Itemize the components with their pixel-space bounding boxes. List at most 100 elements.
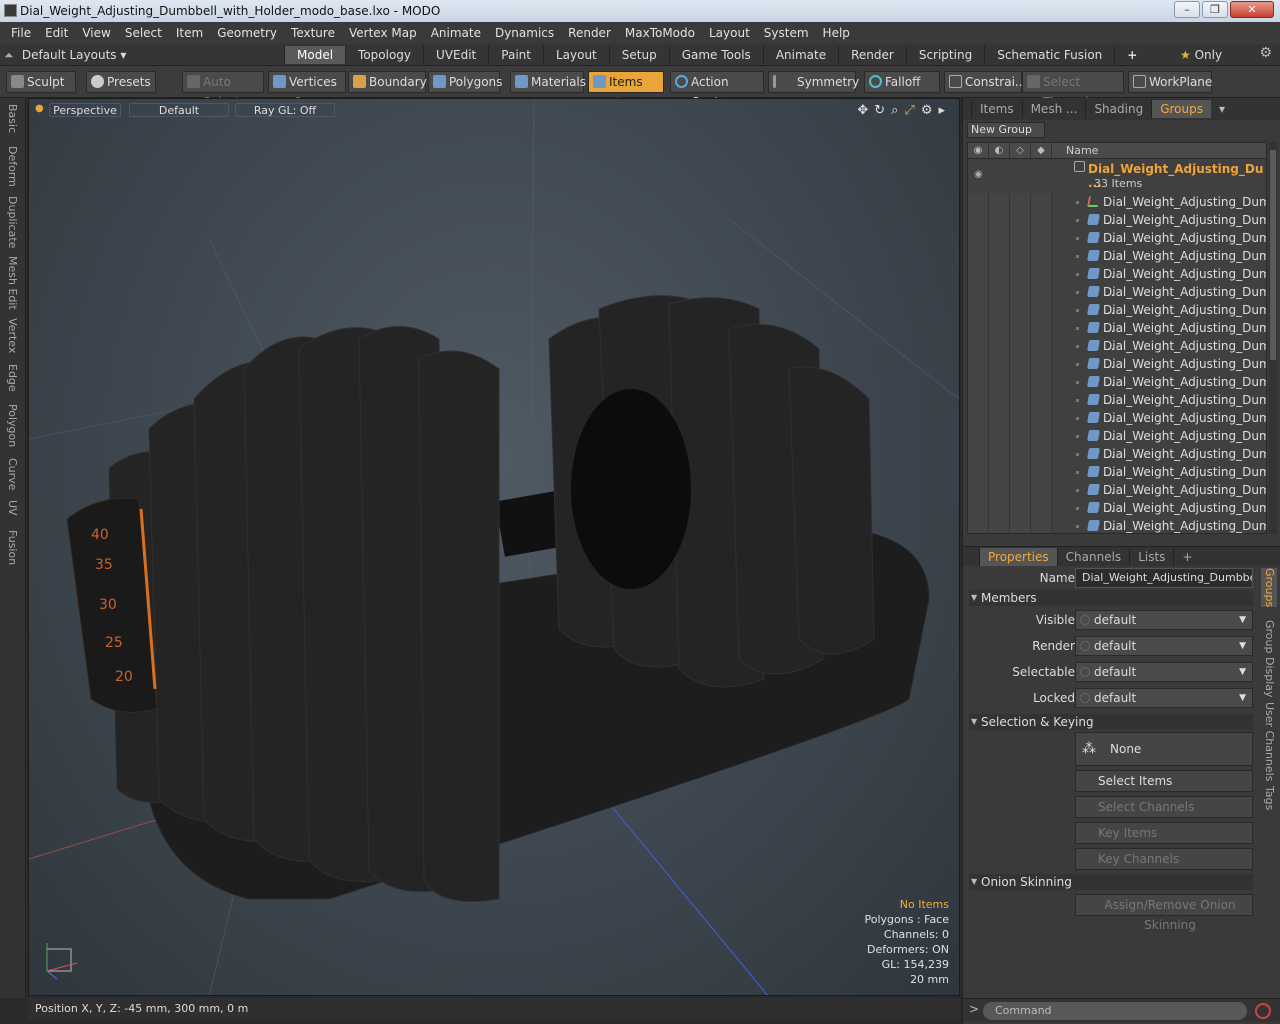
side-tab-group-display[interactable]: Group Display <box>1261 620 1277 698</box>
side-tab-groups[interactable]: Groups <box>1261 568 1277 608</box>
side-tab-user-channels[interactable]: User Channels <box>1261 702 1277 781</box>
add-tab-button[interactable]: + <box>1114 46 1149 64</box>
list-item[interactable]: Dial_Weight_Adjusting_Dumb ... <box>968 517 1266 533</box>
left-tab-edge[interactable]: Edge <box>4 364 20 392</box>
menu-render[interactable]: Render <box>561 26 618 40</box>
select-items-button[interactable]: Select Items <box>1075 770 1253 792</box>
menu-animate[interactable]: Animate <box>424 26 488 40</box>
list-item[interactable]: Dial_Weight_Adjusting_Dumb ... <box>968 283 1266 317</box>
menu-vertex-map[interactable]: Vertex Map <box>342 26 424 40</box>
symmetry-button[interactable]: Symmetry <box>768 71 859 93</box>
key-items-button[interactable]: Key Items <box>1075 822 1253 844</box>
left-tab-basic[interactable]: Basic <box>4 104 20 133</box>
tab-items[interactable]: Items <box>971 100 1022 118</box>
list-item[interactable]: Dial_Weight_Adjusting_Dumb ... <box>968 427 1266 461</box>
tab-layout[interactable]: Layout <box>542 46 609 64</box>
maximize-viewport-icon[interactable]: ⤢ <box>904 103 914 118</box>
command-input[interactable]: Command <box>983 1002 1247 1020</box>
list-item[interactable]: Dial_Weight_Adjusting_Dumb ... <box>968 481 1266 515</box>
select-through-button[interactable]: Select Through <box>1022 71 1124 109</box>
auto-select-button[interactable]: Auto Select <box>182 71 264 109</box>
viewport-settings-icon[interactable]: ⚙ <box>921 103 933 118</box>
selection-keying-section[interactable]: ▼ Selection & Keying <box>969 714 1253 730</box>
boundary-button[interactable]: Boundary <box>348 71 427 93</box>
shading-mode-button[interactable]: Default <box>129 103 229 117</box>
tree-scrollbar[interactable] <box>1269 142 1277 534</box>
tab-uvedit[interactable]: UVEdit <box>423 46 488 64</box>
onion-skinning-section[interactable]: ▼ Onion Skinning <box>969 874 1253 890</box>
left-tab-polygon[interactable]: Polygon <box>4 404 20 447</box>
select-channels-button[interactable]: Select Channels <box>1075 796 1253 818</box>
tab-channels[interactable]: Channels <box>1056 547 1130 566</box>
key-channels-button[interactable]: Key Channels <box>1075 848 1253 870</box>
menu-maxtomodo[interactable]: MaxToModo <box>618 26 702 40</box>
list-item[interactable]: Dial_Weight_Adjusting_Dumb ... <box>968 391 1266 425</box>
list-item[interactable]: Dial_Weight_Adjusting_Dumb ... <box>968 337 1266 371</box>
presets-button[interactable]: Presets <box>86 71 156 93</box>
tab-setup[interactable]: Setup <box>608 46 669 64</box>
list-item[interactable]: Dial_Weight_Adjusting_Dumb ... <box>968 265 1266 299</box>
locked-dropdown[interactable]: default ▼ <box>1075 688 1253 708</box>
list-item[interactable]: Dial_Weight_Adjusting_Dumb ... <box>968 247 1266 281</box>
tab-groups[interactable]: Groups <box>1151 100 1211 118</box>
list-item[interactable]: Dial_Weight_Adjusting_Dumb ... <box>968 409 1266 443</box>
raygl-button[interactable]: Ray GL: Off <box>235 103 335 117</box>
list-item[interactable]: Dial_Weight_Adjusting_Dumb ... <box>968 355 1266 389</box>
rotate-icon[interactable]: ↻ <box>874 103 885 118</box>
items-button[interactable]: Items 5 <box>588 71 664 109</box>
menu-layout[interactable]: Layout <box>702 26 757 40</box>
left-tab-mesh-edit[interactable]: Mesh Edit <box>4 256 20 310</box>
visibility-column-icon[interactable]: ◉ <box>968 143 989 158</box>
render-dropdown[interactable]: default ▼ <box>1075 636 1253 656</box>
tab-lists[interactable]: Lists <box>1129 547 1173 566</box>
menu-view[interactable]: View <box>75 26 117 40</box>
tab-scripting[interactable]: Scripting <box>905 46 984 64</box>
view-type-button[interactable]: Perspective <box>49 103 121 117</box>
new-group-button[interactable]: New Group <box>967 122 1045 138</box>
assign-onion-skinning-button[interactable]: Assign/Remove Onion Skinning <box>1075 894 1253 932</box>
menu-item[interactable]: Item <box>169 26 210 40</box>
left-tab-duplicate[interactable]: Duplicate <box>4 196 20 248</box>
tab-shading[interactable]: Shading <box>1085 100 1151 118</box>
minimize-button[interactable]: – <box>1174 1 1200 18</box>
menu-dynamics[interactable]: Dynamics <box>488 26 561 40</box>
list-item[interactable]: Dial_Weight_Adjusting_Dumb ... <box>968 319 1266 353</box>
list-item[interactable]: Dial_Weight_Adjusting_Dumb ... <box>968 211 1266 245</box>
list-item[interactable]: Dial_Weight_Adjusting_Dumb ... <box>968 229 1266 263</box>
tab-render[interactable]: Render <box>838 46 906 64</box>
materials-button[interactable]: Materials <box>510 71 586 93</box>
vertices-button[interactable]: Vertices 1 <box>268 71 346 109</box>
name-column-header[interactable]: Name <box>1066 143 1098 159</box>
list-item[interactable]: Dial_Weight_Adjusting_Dumb ... <box>968 373 1266 407</box>
group-row[interactable]: ◉ Dial_Weight_Adjusting_Du ... 33 Items <box>968 159 1266 193</box>
select-column-icon[interactable]: ◆ <box>1031 143 1052 158</box>
tab-model[interactable]: Model <box>284 46 346 64</box>
maximize-button[interactable]: ❐ <box>1202 1 1228 18</box>
menu-texture[interactable]: Texture <box>284 26 342 40</box>
action-center-button[interactable]: Action Center <box>670 71 764 109</box>
tree-scrollbar-thumb[interactable] <box>1270 150 1276 360</box>
group-name-field[interactable]: Dial_Weight_Adjusting_Dumbbell_ <box>1075 568 1253 588</box>
none-preset-button[interactable]: ⁂ None <box>1075 732 1253 766</box>
list-item[interactable]: Dial_Weight_Adjusting_Dumb ... <box>968 445 1266 479</box>
workplane-button[interactable]: WorkPlane <box>1128 71 1212 93</box>
members-section[interactable]: ▼ Members <box>969 590 1253 606</box>
tab-topology[interactable]: Topology <box>345 46 423 64</box>
tab-schematic-fusion[interactable]: Schematic Fusion <box>984 46 1114 64</box>
tab-properties[interactable]: Properties <box>979 547 1057 566</box>
group-eye-icon[interactable]: ◉ <box>974 169 983 180</box>
render-column-icon[interactable]: ◐ <box>989 143 1010 158</box>
list-item[interactable]: Dial_Weight_Adjusting_Dumb ... <box>968 193 1266 227</box>
lock-column-icon[interactable]: ◇ <box>1010 143 1031 158</box>
constraints-button[interactable]: Constrai... <box>944 71 1026 93</box>
tab-game-tools[interactable]: Game Tools <box>668 46 763 64</box>
polygons-button[interactable]: Polygons <box>428 71 502 93</box>
left-tab-uv[interactable]: UV <box>4 500 20 516</box>
menu-edit[interactable]: Edit <box>38 26 75 40</box>
left-tab-vertex[interactable]: Vertex <box>4 318 20 353</box>
viewport-options-icon[interactable]: ● <box>35 103 44 114</box>
only-toggle[interactable]: ★ Only <box>1180 46 1222 64</box>
add-prop-tab-button[interactable]: + <box>1173 547 1200 566</box>
list-item[interactable]: Dial_Weight_Adjusting_Dumb ... <box>968 463 1266 497</box>
menu-help[interactable]: Help <box>816 26 857 40</box>
